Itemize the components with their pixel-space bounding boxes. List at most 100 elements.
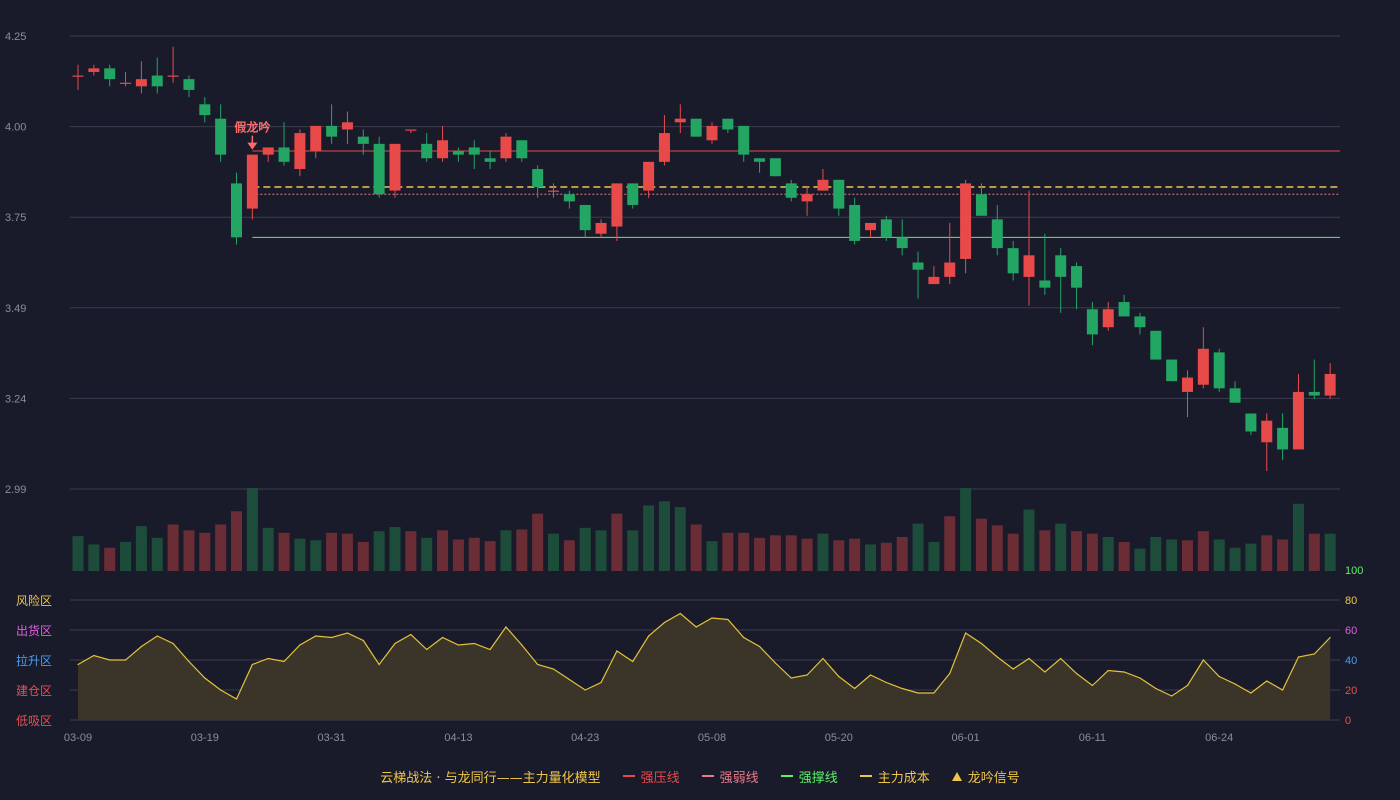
- indicator-point: [267, 657, 269, 660]
- indicator-point: [1186, 684, 1189, 687]
- indicator-point: [869, 674, 872, 676]
- zone-label: 拉升区: [16, 653, 52, 668]
- volume-bar: [484, 541, 496, 571]
- candle-body: [833, 179, 845, 209]
- volume-bar: [1023, 509, 1035, 571]
- indicator-point: [1329, 636, 1331, 639]
- candle-body: [310, 125, 322, 152]
- indicator-point: [980, 642, 983, 645]
- volume-bar: [405, 531, 417, 571]
- volume-bar: [1292, 503, 1304, 571]
- volume-bar: [231, 511, 242, 571]
- legend-item-cost[interactable]: 主力成本: [859, 767, 930, 786]
- candle-body: [548, 190, 559, 192]
- indicator-point: [315, 635, 317, 637]
- candle-body: [405, 129, 417, 131]
- volume-bar: [548, 533, 559, 571]
- indicator-point: [933, 692, 935, 694]
- volume-bar: [1261, 535, 1273, 571]
- volume-bar: [611, 513, 623, 571]
- volume-bar: [516, 529, 528, 571]
- volume-bar: [1166, 539, 1178, 571]
- volume-bar: [1277, 539, 1289, 571]
- candle-body: [341, 122, 353, 130]
- volume-bar: [1245, 543, 1257, 571]
- volume-bar: [1118, 541, 1130, 571]
- date-tick-label: 03-19: [191, 732, 219, 744]
- volume-bar: [722, 532, 734, 571]
- volume-bar: [690, 524, 702, 571]
- cost-line-swatch: [859, 775, 872, 777]
- volume-bar: [341, 533, 353, 571]
- indicator-point: [584, 689, 586, 691]
- indicator-point: [93, 654, 95, 657]
- legend-item-strength[interactable]: 强弱线: [701, 767, 759, 786]
- candle-body: [627, 183, 639, 205]
- volume-bar: [120, 541, 132, 571]
- chart-legend: 云梯战法 · 与龙同行——主力量化模型 强压线 强弱线 强撑线 主力成本 龙吟信…: [0, 766, 1400, 786]
- indicator-point: [917, 692, 919, 694]
- indicator-point: [790, 677, 792, 679]
- indicator-point: [188, 660, 190, 663]
- indicator-point: [774, 662, 777, 664]
- volume-bar: [849, 538, 861, 571]
- zone-label: 出货区: [16, 623, 52, 638]
- indicator-point: [521, 644, 523, 646]
- candle-body: [135, 79, 147, 87]
- volume-bar: [183, 530, 195, 571]
- indicator-point: [806, 674, 808, 676]
- legend-label-cost: 主力成本: [877, 770, 930, 786]
- candle-body: [563, 194, 575, 202]
- indicator-tick-label: 20: [1345, 685, 1357, 697]
- candle-body: [944, 262, 956, 277]
- volume-bar: [817, 533, 829, 571]
- candle-body: [120, 82, 132, 84]
- indicator-point: [885, 681, 887, 684]
- indicator-point: [346, 632, 349, 634]
- volume-bar: [1182, 540, 1193, 571]
- candle-body: [975, 194, 987, 216]
- price-tick-label: 4.25: [5, 31, 26, 43]
- volume-bar: [880, 542, 892, 571]
- candle-body: [1213, 352, 1225, 389]
- indicator-point: [648, 635, 650, 637]
- legend-label-strength: 强弱线: [719, 770, 759, 786]
- indicator-point: [394, 642, 396, 645]
- annotation-arrow-icon: [247, 142, 258, 150]
- indicator-point: [204, 677, 206, 679]
- legend-item-resistance[interactable]: 强压线: [622, 767, 680, 786]
- volume-bar: [658, 501, 670, 571]
- volume-bar: [294, 538, 306, 571]
- volume-bar: [785, 535, 797, 571]
- indicator-point: [77, 663, 79, 666]
- date-tick-label: 03-31: [318, 732, 346, 744]
- indicator-point: [1266, 680, 1268, 682]
- candle-body: [389, 143, 401, 191]
- indicator-point: [711, 617, 713, 619]
- volume-bar: [72, 536, 84, 571]
- price-tick-label: 3.75: [5, 212, 26, 224]
- date-tick-label: 05-20: [825, 732, 853, 744]
- indicator-point: [822, 657, 824, 660]
- candle-body: [738, 125, 750, 155]
- date-tick-label: 03-09: [64, 732, 92, 744]
- candle-body: [991, 219, 1003, 249]
- candle-body: [484, 158, 496, 162]
- indicator-point: [996, 656, 998, 658]
- volume-bar: [326, 532, 338, 571]
- volume-bar: [1213, 539, 1225, 571]
- indicator-point: [362, 639, 364, 642]
- candle-body: [1324, 373, 1336, 396]
- candle-body: [1071, 266, 1083, 288]
- candle-body: [104, 68, 116, 80]
- candle-body: [421, 143, 433, 159]
- candle-body: [912, 262, 924, 270]
- resistance-line-swatch: [622, 775, 635, 777]
- candle-body: [690, 118, 702, 137]
- volume-bar: [167, 524, 179, 571]
- price-tick-label: 2.99: [5, 484, 26, 496]
- indicator-point: [1171, 695, 1173, 697]
- legend-item-support[interactable]: 强撑线: [780, 767, 838, 786]
- legend-item-signal[interactable]: 龙吟信号: [951, 767, 1020, 786]
- indicator-point: [838, 675, 840, 678]
